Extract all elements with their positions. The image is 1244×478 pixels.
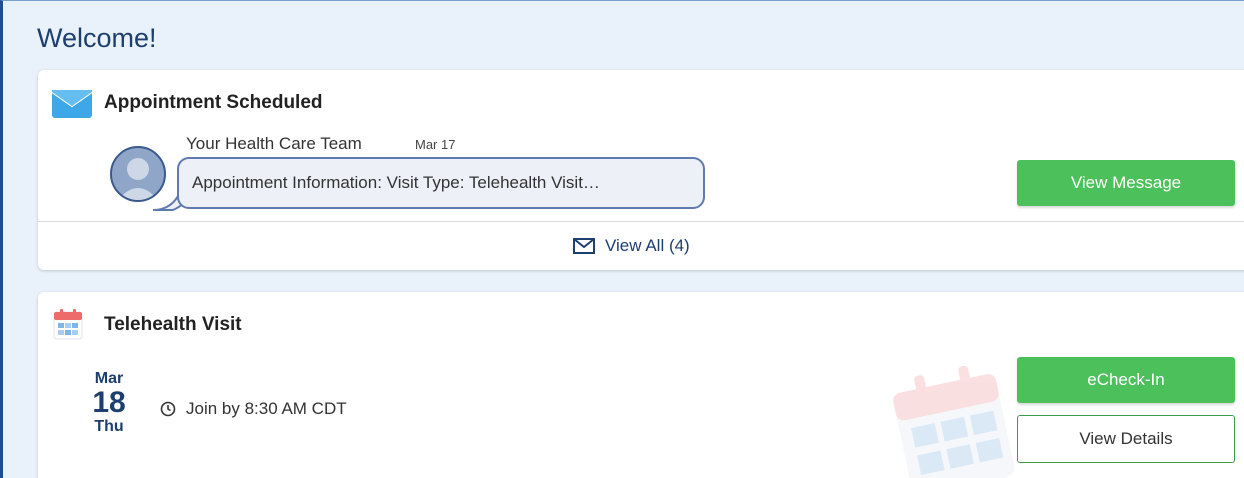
join-time-label: Join by 8:30 AM CDT: [186, 399, 347, 418]
message-card: Appointment Scheduled Your Health Care T…: [38, 70, 1244, 270]
clock-icon: [160, 401, 176, 417]
avatar: [110, 146, 166, 202]
view-all-link[interactable]: View All (4): [573, 234, 690, 258]
message-date: Mar 17: [415, 137, 456, 152]
view-message-button[interactable]: View Message: [1017, 160, 1235, 206]
visit-day: 18: [92, 386, 126, 419]
envelope-outline-icon: [573, 238, 595, 254]
message-card-title: Appointment Scheduled: [104, 92, 323, 113]
join-time: Join by 8:30 AM CDT: [160, 399, 347, 419]
person-icon: [118, 158, 158, 200]
visit-date: Mar 18 Thu: [84, 370, 134, 436]
calendar-watermark-icon: [893, 365, 1015, 478]
calendar-icon: [53, 309, 83, 340]
message-preview[interactable]: Appointment Information: Visit Type: Tel…: [177, 157, 705, 209]
visit-card: Telehealth Visit Mar 18 Thu Join by 8:30…: [38, 292, 1244, 478]
view-all-label: View All (4): [605, 236, 690, 255]
visit-weekday: Thu: [94, 418, 124, 435]
message-sender: Your Health Care Team: [186, 134, 362, 153]
divider: [38, 221, 1244, 222]
app-frame: Welcome! Appointment Scheduled Your Heal…: [0, 0, 1244, 478]
page-title: Welcome!: [37, 23, 157, 53]
visit-card-title: Telehealth Visit: [104, 314, 242, 335]
echeck-in-button[interactable]: eCheck-In: [1017, 357, 1235, 403]
view-details-button[interactable]: View Details: [1017, 415, 1235, 463]
envelope-icon: [52, 90, 92, 118]
